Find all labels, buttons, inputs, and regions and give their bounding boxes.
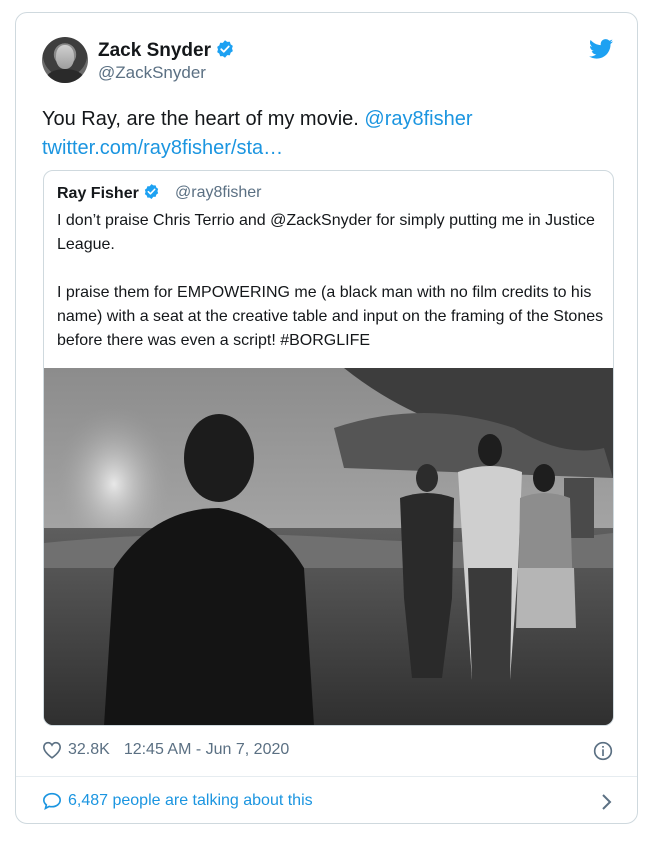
embedded-tweet-card: Zack Snyder @ZackSnyder You Ray, are the… xyxy=(15,12,638,824)
verified-badge-icon xyxy=(144,184,158,199)
quote-line1-pre: I don’t praise Chris Terrio and xyxy=(57,212,271,229)
author-handle[interactable]: @ZackSnyder xyxy=(98,63,206,83)
quote-paragraph-1: I don’t praise Chris Terrio and @ZackSny… xyxy=(57,209,605,257)
tweet-text: You Ray, are the heart of my movie. @ray… xyxy=(42,105,612,163)
quote-mention: @ZackSnyder xyxy=(270,212,372,229)
quote-author-name[interactable]: Ray Fisher xyxy=(57,183,160,203)
info-icon[interactable] xyxy=(593,741,613,761)
twitter-bird-icon[interactable] xyxy=(589,39,613,59)
mention-link[interactable]: @ray8fisher xyxy=(364,108,472,130)
divider xyxy=(16,776,637,777)
quote-text: I don’t praise Chris Terrio and @ZackSny… xyxy=(57,209,605,353)
quote-author-name-text[interactable]: Ray Fisher xyxy=(57,185,139,202)
author-name-text[interactable]: Zack Snyder xyxy=(98,40,211,61)
quoted-tweet-link[interactable]: twitter.com/ray8fisher/sta… xyxy=(42,137,283,159)
quoted-tweet[interactable]: Ray Fisher @ray8fisher I don’t praise Ch… xyxy=(43,170,614,726)
like-count[interactable]: 32.8K xyxy=(68,741,110,759)
quote-author-handle[interactable]: @ray8fisher xyxy=(175,184,262,202)
author-avatar[interactable] xyxy=(42,37,88,83)
heart-icon[interactable] xyxy=(42,741,62,759)
timestamp[interactable]: 12:45 AM - Jun 7, 2020 xyxy=(124,741,289,759)
talking-count[interactable]: 6,487 people are talking about this xyxy=(68,792,313,810)
quoted-tweet-photo[interactable] xyxy=(44,368,613,725)
tweet-body: You Ray, are the heart of my movie. xyxy=(42,108,359,130)
conversation-link[interactable]: 6,487 people are talking about this xyxy=(42,792,313,810)
quote-paragraph-2: I praise them for EMPOWERING me (a black… xyxy=(57,284,604,349)
verified-badge-icon xyxy=(217,40,233,58)
tweet-meta: 32.8K 12:45 AM - Jun 7, 2020 xyxy=(42,741,289,759)
speech-bubble-icon xyxy=(42,792,62,810)
author-name[interactable]: Zack Snyder xyxy=(98,39,235,62)
chevron-right-icon[interactable] xyxy=(599,793,613,811)
